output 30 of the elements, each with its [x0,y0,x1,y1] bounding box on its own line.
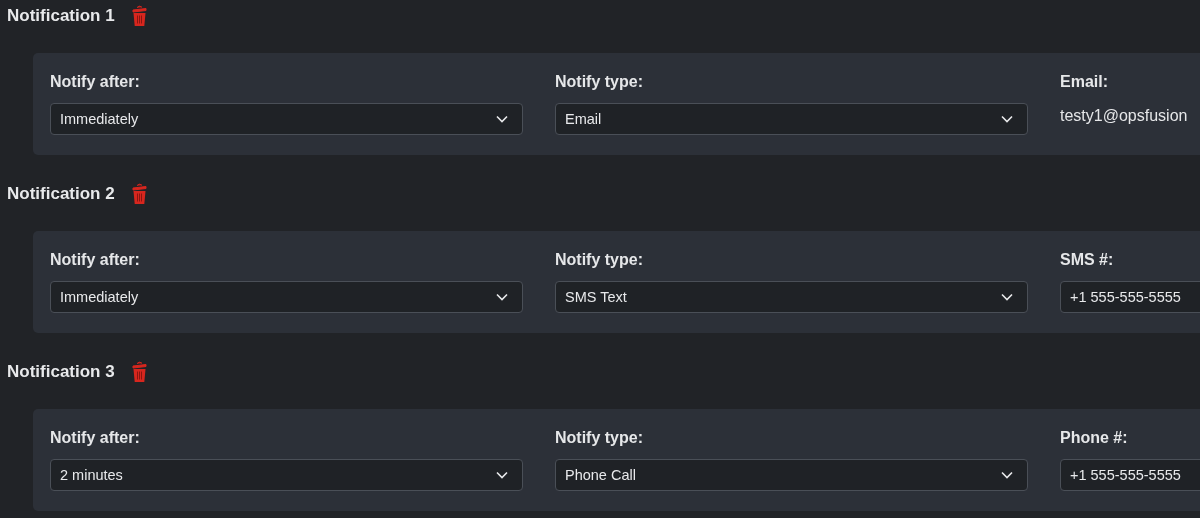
field-label: Email: [1060,72,1109,92]
input-field[interactable]: +1 555-555-5555 [1060,459,1200,491]
chevron-down-icon [496,293,508,301]
dropdown[interactable]: 2 minutes [50,459,523,491]
trash-icon[interactable] [130,361,148,383]
field-label: Notify after: [50,428,141,448]
field-label: Notify after: [50,250,141,270]
notification-title: Notification 1 [7,6,115,26]
trash-icon[interactable] [130,5,148,27]
notification-title: Notification 2 [7,184,115,204]
field-label: Notify type: [555,428,644,448]
field-label: Notify type: [555,72,644,92]
chevron-down-icon [1001,293,1013,301]
field-label: SMS #: [1060,250,1115,270]
chevron-down-icon [496,471,508,479]
dropdown[interactable]: Immediately [50,103,523,135]
dropdown[interactable]: Email [555,103,1028,135]
dropdown[interactable]: Phone Call [555,459,1028,491]
field-value: testy1@opsfusion [1060,106,1189,126]
input-field[interactable]: +1 555-555-5555 [1060,281,1200,313]
dropdown[interactable]: Immediately [50,281,523,313]
dropdown[interactable]: SMS Text [555,281,1028,313]
chevron-down-icon [1001,471,1013,479]
field-label: Notify type: [555,250,644,270]
chevron-down-icon [1001,115,1013,123]
notification-title: Notification 3 [7,362,115,382]
trash-icon[interactable] [130,183,148,205]
field-label: Phone #: [1060,428,1129,448]
chevron-down-icon [496,115,508,123]
field-label: Notify after: [50,72,141,92]
